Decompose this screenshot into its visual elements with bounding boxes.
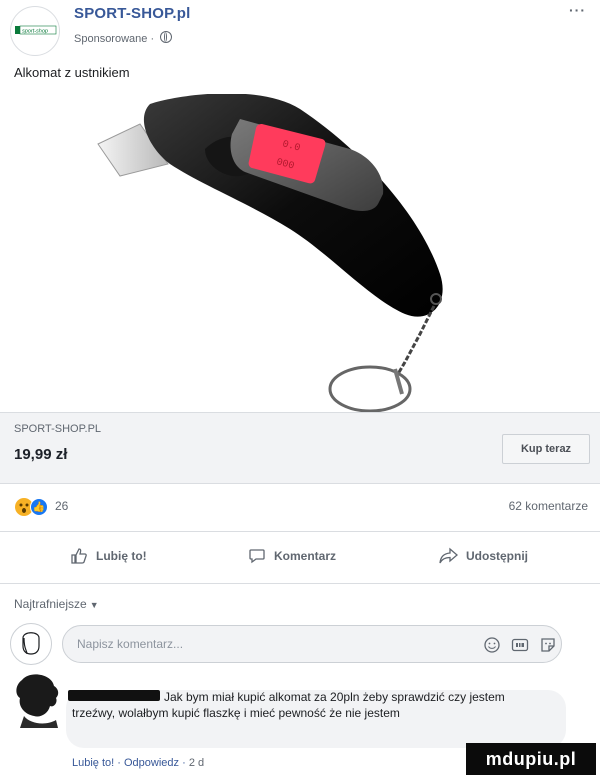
share-icon (439, 547, 458, 564)
product-price: 19,99 zł (14, 446, 68, 463)
post-header: sport-shop SPORT-SHOP.pl Sponsorowane · … (0, 0, 600, 60)
caret-down-icon: ▼ (89, 600, 99, 610)
post-actions: Lubię to! Komentarz Udostępnij (0, 532, 600, 584)
gif-icon[interactable] (511, 636, 529, 654)
comment-time: 2 d (188, 757, 205, 769)
current-user-avatar[interactable] (10, 623, 52, 665)
watermark: mdupiu.pl (466, 743, 596, 775)
comment-sort-dropdown[interactable]: Najtrafniejsze ▼ (14, 597, 99, 611)
comment-icon (249, 549, 265, 564)
link-preview-bar[interactable]: SPORT-SHOP.PL 19,99 zł Kup teraz (0, 412, 600, 484)
comment-button[interactable]: Komentarz (248, 544, 336, 568)
comment-meta: Lubię to! · Odpowiedz · 2 d (72, 757, 205, 769)
sponsored-label: Sponsorowane · (74, 31, 173, 45)
comment-input[interactable] (77, 635, 457, 653)
comment-reply-link[interactable]: Odpowiedz (124, 757, 179, 769)
like-reaction-icon[interactable]: 👍 (30, 498, 48, 516)
comments-count[interactable]: 62 komentarze (509, 499, 588, 513)
comment-text: Jak bym miał kupić alkomat za 20pln żeby… (72, 690, 505, 720)
comment-label: Komentarz (274, 549, 337, 563)
post-image[interactable]: 0.0 000 (0, 94, 600, 412)
more-options-icon[interactable]: ··· (569, 2, 586, 18)
emoji-icon[interactable] (483, 636, 501, 654)
like-button[interactable]: Lubię to! (70, 544, 147, 568)
breathalyzer-image: 0.0 000 (97, 94, 443, 412)
sort-label: Najtrafniejsze (14, 597, 87, 611)
user-silhouette-icon (22, 632, 40, 655)
reaction-count[interactable]: 26 (55, 499, 68, 513)
commenter-avatar[interactable] (10, 672, 64, 728)
thumbs-up-icon (71, 548, 87, 564)
sticker-icon[interactable] (539, 636, 557, 654)
buy-now-button[interactable]: Kup teraz (502, 434, 590, 464)
commenter-avatar-image (16, 674, 59, 728)
comment-input-box[interactable] (62, 625, 562, 663)
page-name[interactable]: SPORT-SHOP.pl (74, 5, 191, 22)
link-domain: SPORT-SHOP.PL (14, 423, 102, 435)
sponsored-text: Sponsorowane · (74, 33, 158, 45)
reactions-bar: 👍 26 62 komentarze (0, 484, 600, 532)
share-button[interactable]: Udostępnij (438, 544, 528, 568)
post-text: Alkomat z ustnikiem (14, 65, 130, 80)
share-label: Udostępnij (466, 549, 528, 563)
logo-text: sport-shop (22, 29, 48, 35)
comment-like-link[interactable]: Lubię to! (72, 757, 114, 769)
like-label: Lubię to! (96, 549, 147, 563)
globe-icon (160, 31, 173, 43)
page-avatar[interactable]: sport-shop (10, 6, 60, 56)
